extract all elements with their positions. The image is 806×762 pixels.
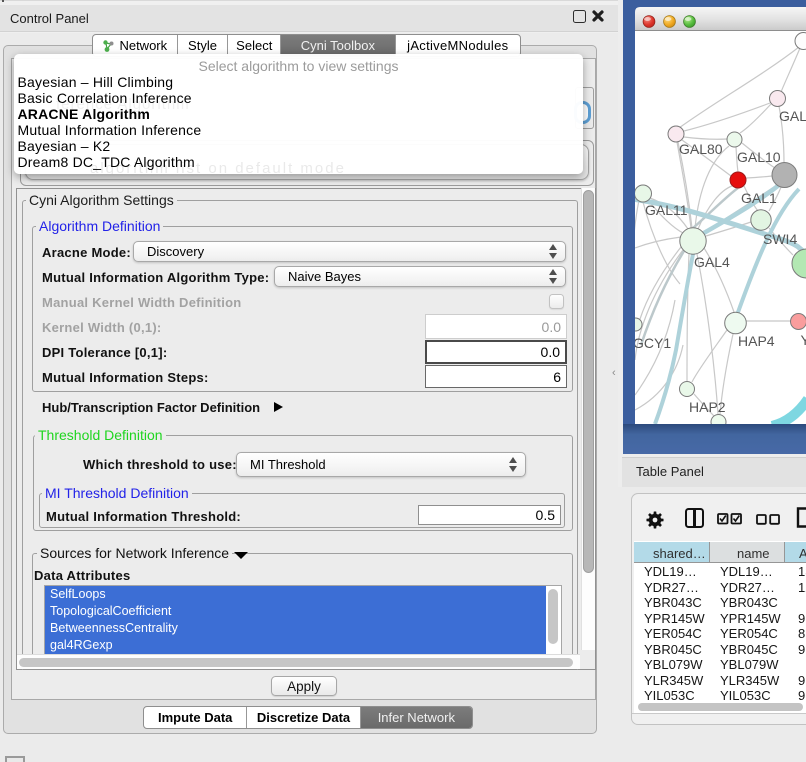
svg-text:GAL7: GAL7 xyxy=(779,108,806,124)
svg-text:GAL80: GAL80 xyxy=(679,141,723,157)
svg-text:GAL10: GAL10 xyxy=(737,149,781,165)
svg-text:GAL4: GAL4 xyxy=(694,254,730,270)
svg-text:GCY1: GCY1 xyxy=(633,335,671,351)
svg-text:Y: Y xyxy=(801,332,806,348)
svg-text:HAP2: HAP2 xyxy=(689,399,726,415)
svg-text:HAP4: HAP4 xyxy=(738,333,775,349)
svg-text:SWI4: SWI4 xyxy=(763,231,797,247)
svg-text:GAL11: GAL11 xyxy=(645,202,688,218)
svg-text:GAL1: GAL1 xyxy=(741,190,777,206)
